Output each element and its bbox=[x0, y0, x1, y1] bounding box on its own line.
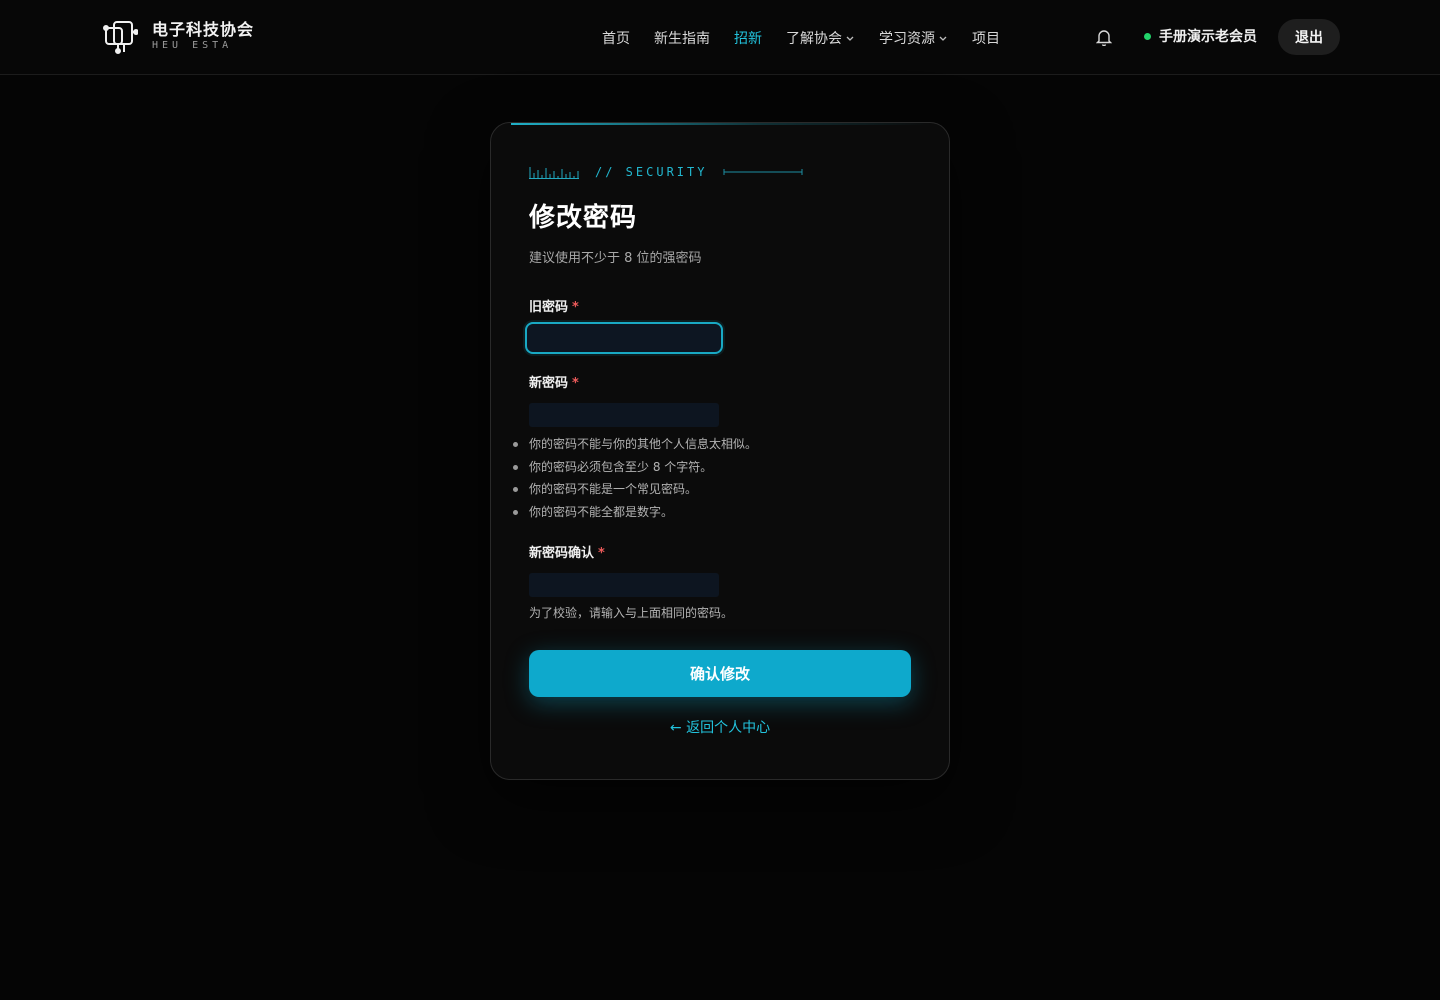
kicker-text: // SECURITY bbox=[595, 165, 708, 179]
nav-item-label: 项目 bbox=[972, 30, 1000, 47]
nav-item-home[interactable]: 首页 bbox=[602, 28, 630, 48]
nav-item-resources[interactable]: 学习资源 bbox=[879, 28, 948, 48]
barcode-decoration-icon bbox=[529, 167, 579, 179]
list-item: 你的密码不能与你的其他个人信息太相似。 bbox=[512, 433, 757, 456]
new-password-label-text: 新密码 bbox=[529, 376, 569, 391]
top-navigation-bar: 电子科技协会 HEU ESTA 首页 新生指南 招新 了解协会 学习资源 项目 … bbox=[0, 0, 1440, 75]
line-decoration-icon bbox=[723, 169, 803, 175]
nav-item-label: 学习资源 bbox=[879, 30, 935, 47]
nav-item-recruitment[interactable]: 招新 bbox=[734, 28, 762, 48]
nav-item-label: 招新 bbox=[734, 30, 762, 47]
confirm-password-label-text: 新密码确认 bbox=[529, 546, 595, 561]
list-item: 你的密码必须包含至少 8 个字符。 bbox=[512, 456, 757, 479]
user-menu[interactable]: 手册演示老会员 bbox=[1144, 26, 1257, 46]
new-password-label: 新密码 * bbox=[529, 372, 579, 391]
confirm-password-input[interactable] bbox=[529, 573, 719, 597]
online-status-dot bbox=[1144, 32, 1151, 40]
user-name: 手册演示老会员 bbox=[1159, 29, 1257, 45]
brand-subtitle: HEU ESTA bbox=[152, 40, 233, 51]
page-subtitle: 建议使用不少于 8 位的强密码 bbox=[529, 251, 702, 266]
bell-icon[interactable] bbox=[1096, 28, 1112, 46]
confirm-password-helper: 为了校验，请输入与上面相同的密码。 bbox=[529, 606, 734, 620]
change-password-card: // SECURITY 修改密码 建议使用不少于 8 位的强密码 旧密码 * 新密… bbox=[490, 122, 950, 780]
main-nav: 首页 新生指南 招新 了解协会 学习资源 项目 bbox=[590, 0, 1012, 75]
required-mark: * bbox=[572, 300, 579, 315]
nav-item-label: 首页 bbox=[602, 30, 630, 47]
old-password-label-text: 旧密码 bbox=[529, 300, 569, 315]
nav-item-label: 了解协会 bbox=[786, 30, 842, 47]
brand-logo-link[interactable]: 电子科技协会 HEU ESTA bbox=[102, 18, 254, 54]
chevron-down-icon bbox=[846, 36, 854, 41]
old-password-label: 旧密码 * bbox=[529, 296, 579, 315]
required-mark: * bbox=[598, 546, 605, 561]
new-password-input[interactable] bbox=[529, 403, 719, 427]
logout-button[interactable]: 退出 bbox=[1278, 19, 1340, 55]
confirm-change-button[interactable]: 确认修改 bbox=[529, 650, 911, 697]
back-to-profile-link[interactable]: ← 返回个人中心 bbox=[491, 717, 949, 737]
confirm-password-label: 新密码确认 * bbox=[529, 542, 605, 561]
nav-item-label: 新生指南 bbox=[654, 30, 710, 47]
list-item: 你的密码不能全都是数字。 bbox=[512, 501, 757, 524]
required-mark: * bbox=[572, 376, 579, 391]
chevron-down-icon bbox=[939, 36, 947, 41]
brand-name: 电子科技协会 bbox=[152, 20, 255, 39]
nav-item-projects[interactable]: 项目 bbox=[972, 28, 1000, 48]
section-kicker: // SECURITY bbox=[529, 165, 803, 179]
list-item: 你的密码不能是一个常见密码。 bbox=[512, 478, 757, 501]
password-rules-list: 你的密码不能与你的其他个人信息太相似。 你的密码必须包含至少 8 个字符。 你的… bbox=[512, 433, 757, 524]
nav-item-freshman-guide[interactable]: 新生指南 bbox=[654, 28, 710, 48]
old-password-input[interactable] bbox=[525, 322, 723, 354]
circuit-logo-icon bbox=[103, 21, 138, 54]
card-top-accent-line bbox=[511, 123, 931, 125]
nav-item-about[interactable]: 了解协会 bbox=[786, 28, 855, 48]
page-title: 修改密码 bbox=[529, 203, 638, 233]
